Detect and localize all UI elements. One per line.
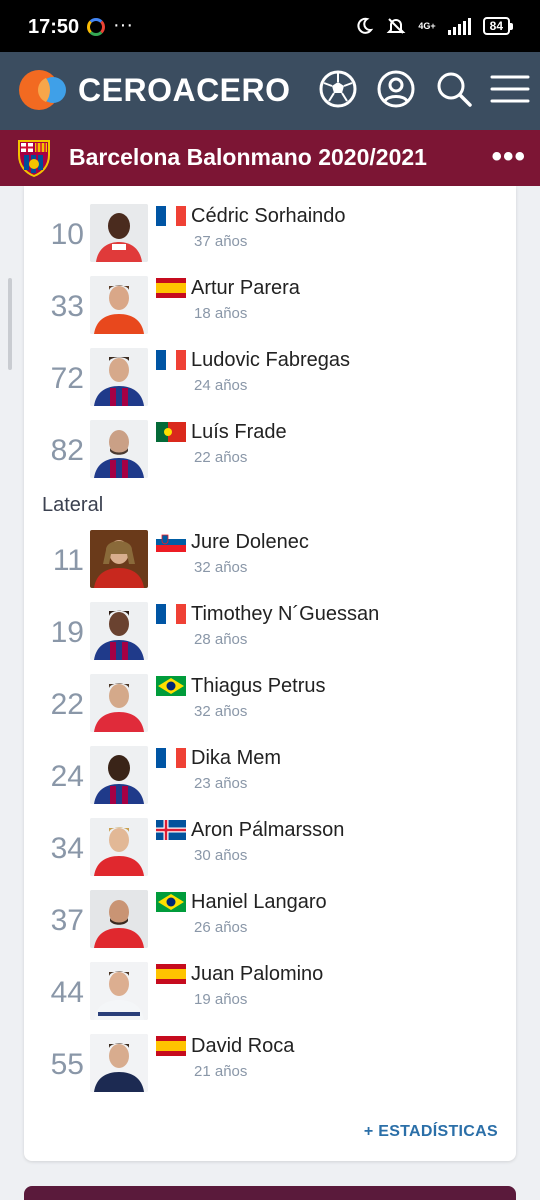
player-name[interactable]: Jure Dolenec <box>191 531 309 554</box>
player-name[interactable]: Dika Mem <box>191 747 281 770</box>
player-age: 28 años <box>194 631 248 648</box>
player-age: 32 años <box>194 703 248 720</box>
player-photo <box>90 602 148 660</box>
player-name[interactable]: Cédric Sorhaindo <box>191 205 346 228</box>
flag-slovenia-icon <box>156 532 186 552</box>
player-photo <box>90 818 148 876</box>
player-number: 44 <box>50 976 84 1009</box>
scroll-indicator[interactable] <box>8 278 12 370</box>
more-notifications-icon: ··· <box>113 14 133 36</box>
section-heading: Lateral <box>42 494 104 516</box>
player-number: 22 <box>50 688 84 721</box>
player-name[interactable]: Luís Frade <box>191 421 287 444</box>
player-row[interactable]: 24 Dika Mem 23 años <box>24 746 516 810</box>
player-age: 23 años <box>194 775 248 792</box>
player-photo <box>90 962 148 1020</box>
flag-brazil-icon <box>156 676 186 696</box>
player-number: 10 <box>50 218 84 251</box>
app-header: CEROACERO <box>0 52 540 130</box>
player-number: 34 <box>50 832 84 865</box>
player-name[interactable]: Juan Palomino <box>191 963 323 986</box>
player-photo <box>90 674 148 732</box>
player-row[interactable]: 33 Artur Parera 18 años <box>24 276 516 340</box>
flag-portugal-icon <box>156 422 186 442</box>
player-number: 82 <box>50 434 84 467</box>
player-number: 33 <box>50 290 84 323</box>
soccer-ball-icon[interactable] <box>318 69 358 109</box>
moon-icon <box>357 17 374 34</box>
player-row[interactable]: 19 Timothey N´Guessan 28 años <box>24 602 516 666</box>
player-photo <box>90 348 148 406</box>
flag-spain-icon <box>156 278 186 298</box>
hamburger-menu-icon[interactable] <box>490 69 530 109</box>
flag-spain-icon <box>156 964 186 984</box>
player-row[interactable]: 37 Haniel Langaro 26 años <box>24 890 516 954</box>
flag-france-icon <box>156 748 186 768</box>
player-row[interactable]: 11 Jure Dolenec 32 años <box>24 530 516 594</box>
team-title: Barcelona Balonmano 2020/2021 <box>69 144 427 170</box>
next-section-header <box>24 1186 516 1200</box>
player-age: 18 años <box>194 305 248 322</box>
player-row[interactable]: 34 Aron Pálmarsson 30 años <box>24 818 516 882</box>
player-name[interactable]: Aron Pálmarsson <box>191 819 344 842</box>
player-name[interactable]: Artur Parera <box>191 277 300 300</box>
brand-logo-icon[interactable] <box>18 69 68 111</box>
signal-icon <box>447 17 471 35</box>
network-type: 4G+ <box>418 20 436 31</box>
player-row[interactable]: 55 David Roca 21 años <box>24 1034 516 1098</box>
player-number: 11 <box>52 544 84 577</box>
player-photo <box>90 204 148 262</box>
status-icons: 4G+ 84 <box>354 16 514 36</box>
player-name[interactable]: David Roca <box>191 1035 294 1058</box>
player-row[interactable]: 82 Luís Frade 22 años <box>24 420 516 484</box>
player-number: 19 <box>50 616 84 649</box>
player-photo <box>90 420 148 478</box>
status-bar: 17:50 ··· 4G+ 84 <box>0 0 540 52</box>
flag-france-icon <box>156 206 186 226</box>
brand-name[interactable]: CEROACERO <box>78 72 291 109</box>
player-name[interactable]: Haniel Langaro <box>191 891 327 914</box>
player-name[interactable]: Timothey N´Guessan <box>191 603 379 626</box>
player-number: 37 <box>50 904 84 937</box>
player-photo <box>90 1034 148 1092</box>
flag-france-icon <box>156 604 186 624</box>
player-age: 21 años <box>194 1063 248 1080</box>
player-photo <box>90 890 148 948</box>
player-age: 32 años <box>194 559 248 576</box>
statistics-link[interactable]: + ESTADÍSTICAS <box>364 1123 498 1141</box>
user-account-icon[interactable] <box>376 69 416 109</box>
mute-bell-icon <box>386 18 406 34</box>
player-age: 24 años <box>194 377 248 394</box>
flag-brazil-icon <box>156 892 186 912</box>
player-number: 24 <box>50 760 84 793</box>
player-age: 22 años <box>194 449 248 466</box>
search-icon[interactable] <box>434 69 474 109</box>
player-number: 72 <box>50 362 84 395</box>
player-age: 19 años <box>194 991 248 1008</box>
player-row[interactable]: 72 Ludovic Fabregas 24 años <box>24 348 516 412</box>
player-age: 37 años <box>194 233 248 250</box>
flag-spain-icon <box>156 1036 186 1056</box>
player-name[interactable]: Thiagus Petrus <box>191 675 326 698</box>
player-age: 26 años <box>194 919 248 936</box>
more-options-icon[interactable]: ••• <box>491 140 526 174</box>
team-header: Barcelona Balonmano 2020/2021 ••• <box>0 130 540 186</box>
player-photo <box>90 746 148 804</box>
google-icon <box>87 18 105 36</box>
squad-card: 10 Cédric Sorhaindo 37 años 33 Artur Par… <box>24 186 516 1161</box>
player-photo <box>90 530 148 588</box>
player-row[interactable]: 22 Thiagus Petrus 32 años <box>24 674 516 738</box>
player-row[interactable]: 44 Juan Palomino 19 años <box>24 962 516 1026</box>
fc-barcelona-crest-icon <box>18 140 50 178</box>
player-photo <box>90 276 148 334</box>
player-number: 55 <box>50 1048 84 1081</box>
player-row[interactable]: 10 Cédric Sorhaindo 37 años <box>24 204 516 268</box>
status-time: 17:50 <box>28 16 80 38</box>
player-name[interactable]: Ludovic Fabregas <box>191 349 350 372</box>
battery-level: 84 <box>482 17 514 35</box>
flag-france-icon <box>156 350 186 370</box>
flag-iceland-icon <box>156 820 186 840</box>
player-age: 30 años <box>194 847 248 864</box>
